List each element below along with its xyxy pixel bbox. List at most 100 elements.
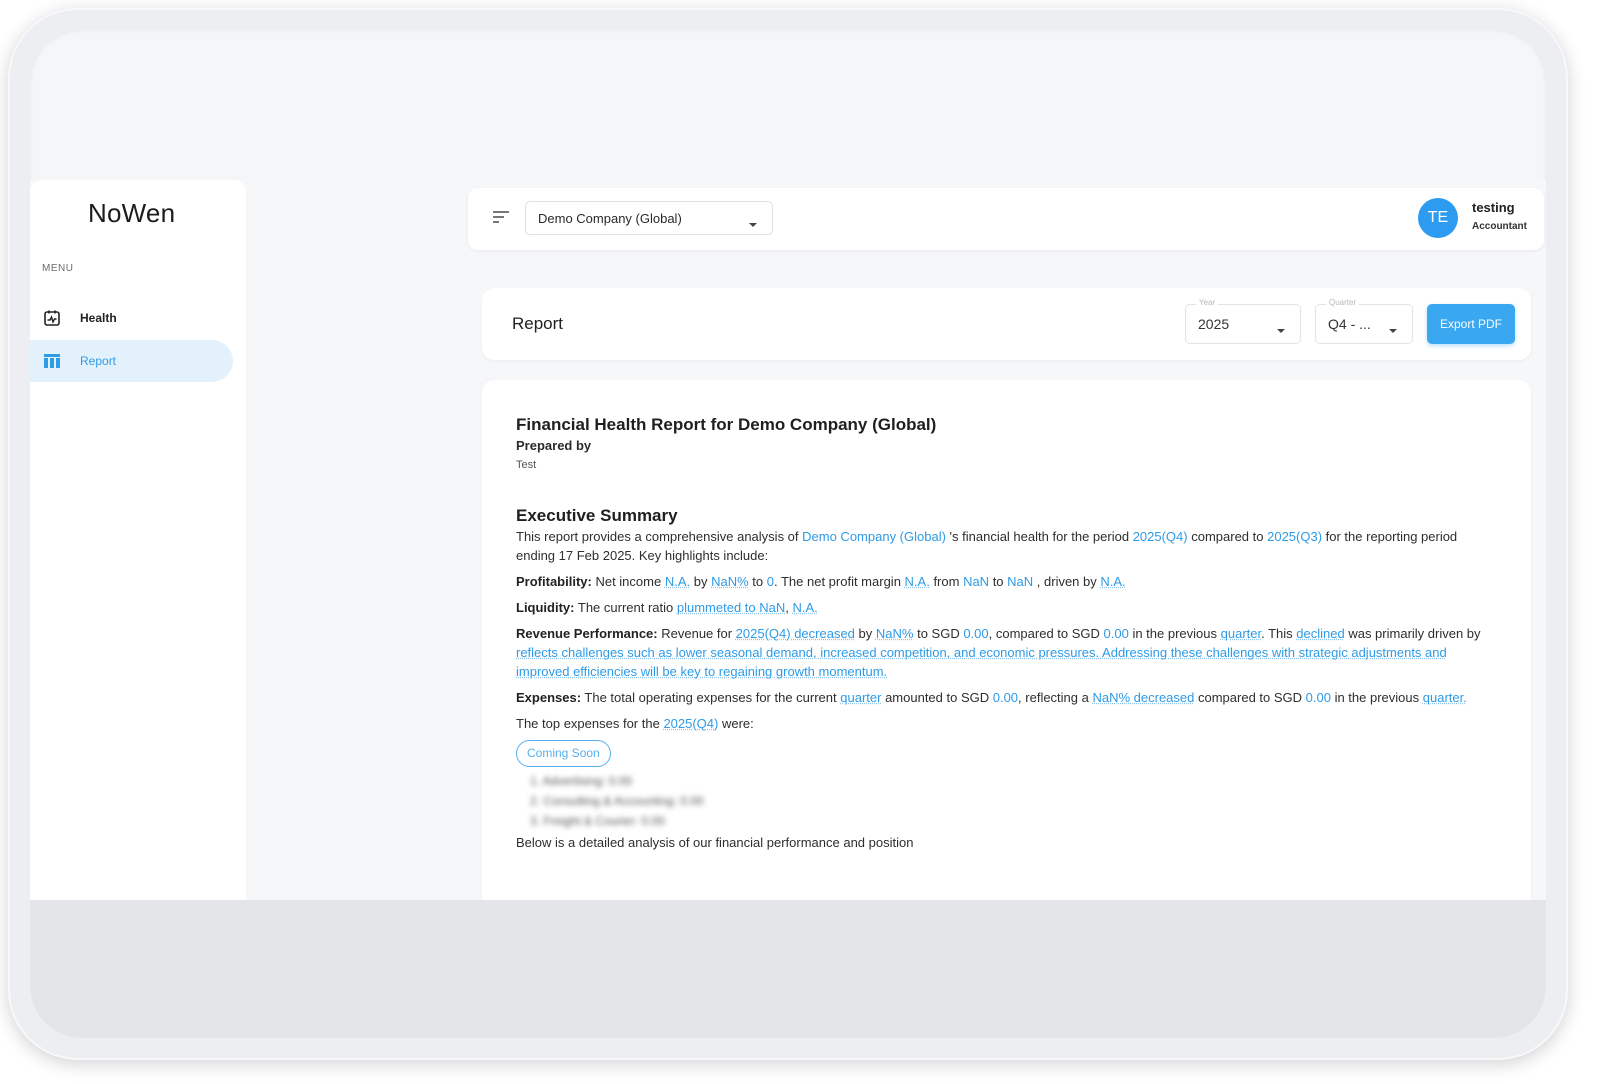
expenses-paragraph: Expenses: The total operating expenses f… (516, 688, 1497, 707)
text: , (785, 600, 793, 615)
text: The current ratio (574, 600, 677, 615)
highlight-value: quarter. (1422, 690, 1467, 705)
company-select[interactable]: Demo Company (Global) (525, 201, 773, 235)
profitability-paragraph: Profitability: Net income N.A. by NaN% t… (516, 572, 1497, 591)
avatar[interactable]: TE (1418, 198, 1458, 238)
highlight-value: NaN% decreased (1092, 690, 1195, 705)
top-expenses-paragraph: The top expenses for the 2025(Q4) were: (516, 714, 1497, 733)
list-item: 1. Advertising: 0.00 (530, 774, 633, 788)
chevron-down-icon (748, 216, 758, 231)
highlight-value: N.A. (792, 600, 818, 615)
report-header-card: Report Year 2025 Quarter Q4 - ... Export… (482, 288, 1531, 360)
highlight-value: 0.00 (1103, 626, 1129, 641)
prepared-by-name: Test (516, 459, 537, 471)
top-expenses-list: 1. Advertising: 0.00 2. Consulting & Acc… (516, 771, 1497, 831)
highlight-prev-period: 2025(Q3) (1267, 529, 1323, 544)
prepared-by-label: Prepared by (516, 438, 592, 453)
sidebar-item-label: Report (80, 354, 117, 368)
chevron-down-icon (1276, 321, 1286, 337)
highlight-value: quarter (1220, 626, 1262, 641)
text: , reflecting a (1018, 690, 1093, 705)
highlight-value: quarter (840, 690, 882, 705)
highlight-value: declined (1296, 626, 1345, 641)
text: to (748, 574, 767, 589)
highlight-period: 2025(Q4) (1132, 529, 1188, 544)
text: by (854, 626, 876, 641)
text: . The net profit margin (773, 574, 905, 589)
liquidity-label: Liquidity: (516, 600, 575, 615)
highlight-value: N.A. (664, 574, 691, 589)
company-select-value: Demo Company (Global) (538, 210, 682, 226)
quarter-select-legend: Quarter (1326, 298, 1360, 307)
text: by (690, 574, 712, 589)
highlight-value: 0.00 (992, 690, 1019, 705)
highlight-value: NaN% (875, 626, 914, 641)
highlight-value: N.A. (1100, 574, 1126, 589)
text: amounted to SGD (881, 690, 993, 705)
quarter-select-value: Q4 - ... (1328, 316, 1371, 332)
highlight-value: 0 (766, 574, 774, 589)
page-title: Report (512, 314, 564, 333)
app-screen: NoWen MENU Health Report Demo Company (G… (30, 180, 1546, 900)
highlight-value: NaN% (711, 574, 749, 589)
tablet-screen-bezel: NoWen MENU Health Report Demo Company (G… (30, 30, 1546, 1038)
highlight-value: reflects challenges such as lower season… (516, 645, 1447, 679)
chevron-down-icon (1388, 321, 1398, 337)
text: Net income (591, 574, 665, 589)
text: in the previous (1330, 690, 1423, 705)
text: was primarily driven by (1344, 626, 1481, 641)
health-chart-icon (42, 308, 62, 328)
highlight-value: 0.00 (1305, 690, 1331, 705)
sidebar: NoWen MENU Health Report (30, 180, 246, 900)
export-pdf-button[interactable]: Export PDF (1427, 304, 1515, 344)
sidebar-item-report[interactable]: Report (30, 340, 233, 382)
tablet-frame: NoWen MENU Health Report Demo Company (G… (8, 8, 1568, 1060)
report-table-icon (42, 351, 62, 371)
quarter-select[interactable]: Quarter Q4 - ... (1315, 298, 1413, 344)
text: , driven by (1033, 574, 1101, 589)
screen-bottom-area (30, 900, 1546, 1038)
text: Revenue for (657, 626, 736, 641)
highlight-value: NaN (963, 574, 990, 589)
year-select-value: 2025 (1198, 316, 1230, 332)
text: . This (1261, 626, 1297, 641)
text: to (989, 574, 1008, 589)
sidebar-item-health[interactable]: Health (30, 297, 233, 339)
list-item: 2. Consulting & Accounting: 0.00 (530, 794, 704, 808)
revenue-label: Revenue Performance: (516, 626, 658, 641)
user-role: Accountant (1472, 221, 1527, 232)
filter-icon[interactable] (492, 210, 510, 229)
app-logo: NoWen (88, 198, 176, 228)
highlight-value: N.A. (904, 574, 930, 589)
text: , compared to SGD (988, 626, 1104, 641)
text: 's financial health for the period (945, 529, 1133, 544)
expenses-label: Expenses: (516, 690, 582, 705)
report-document: Financial Health Report for Demo Company… (482, 380, 1531, 900)
year-select[interactable]: Year 2025 (1185, 298, 1301, 344)
text: in the previous (1128, 626, 1221, 641)
text: compared to SGD (1194, 690, 1306, 705)
profitability-label: Profitability: (516, 574, 592, 589)
highlight-value: plummeted to NaN (676, 600, 786, 615)
sidebar-item-label: Health (80, 311, 117, 325)
text: The top expenses for the (516, 716, 664, 731)
intro-paragraph: This report provides a comprehensive ana… (516, 527, 1497, 565)
text: compared to (1187, 529, 1268, 544)
user-name: testing (1472, 200, 1515, 215)
text: were: (718, 716, 754, 731)
top-bar: Demo Company (Global) TE testing Account… (468, 188, 1544, 250)
menu-section-label: MENU (42, 263, 74, 274)
highlight-value: NaN (1007, 574, 1034, 589)
text: This report provides a comprehensive ana… (516, 529, 803, 544)
liquidity-paragraph: Liquidity: The current ratio plummeted t… (516, 598, 1497, 617)
text: to SGD (913, 626, 964, 641)
text: The total operating expenses for the cur… (581, 690, 841, 705)
text: from (929, 574, 964, 589)
coming-soon-badge: Coming Soon (516, 740, 611, 767)
executive-summary-title: Executive Summary (516, 506, 678, 525)
closing-paragraph: Below is a detailed analysis of our fina… (516, 835, 914, 850)
highlight-value: 0.00 (963, 626, 989, 641)
list-item: 3. Freight & Courier: 0.00 (530, 814, 665, 828)
year-select-legend: Year (1196, 298, 1219, 307)
report-title: Financial Health Report for Demo Company… (516, 415, 937, 434)
